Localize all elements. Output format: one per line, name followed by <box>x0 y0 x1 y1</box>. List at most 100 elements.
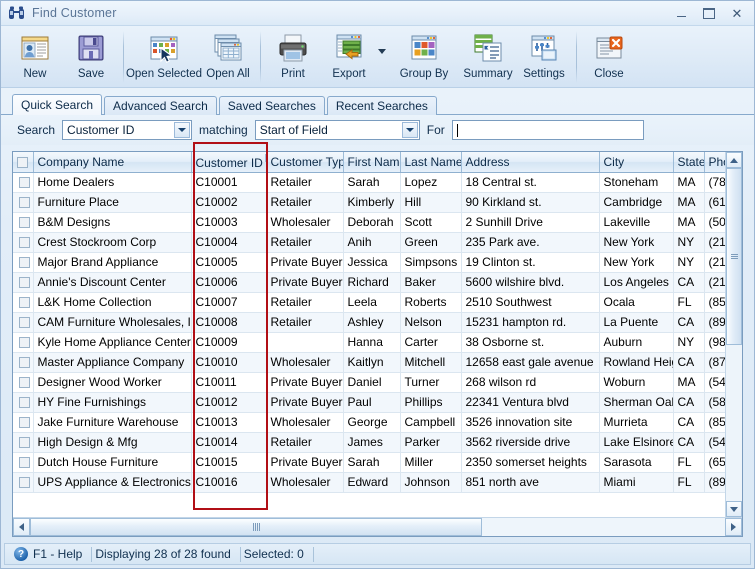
toolbar-settings-button[interactable]: Settings <box>516 29 572 80</box>
row-checkbox[interactable] <box>19 356 31 368</box>
row-checkbox[interactable] <box>19 476 31 488</box>
row-checkbox[interactable] <box>19 296 31 308</box>
help-status-item[interactable]: ? F1 - Help <box>11 546 91 562</box>
row-checkbox[interactable] <box>19 376 31 388</box>
column-header-address[interactable]: Address <box>461 152 600 173</box>
cell-customer-id: C10014 <box>191 432 267 453</box>
new-customer-icon <box>19 32 51 64</box>
close-button[interactable]: ✕ <box>724 4 750 22</box>
row-select-cell[interactable] <box>13 332 34 353</box>
minimize-button[interactable] <box>668 4 694 22</box>
row-select-cell[interactable] <box>13 392 34 413</box>
row-checkbox[interactable] <box>19 196 31 208</box>
table-row[interactable]: B&M Designs C10003 Wholesaler Deborah Scott 2… <box>13 212 725 233</box>
column-header-phone[interactable]: Phon <box>704 152 725 173</box>
toolbar-summary-button[interactable]: Summary <box>460 29 516 80</box>
row-select-cell[interactable] <box>13 272 34 293</box>
tab-recent-searches[interactable]: Recent Searches <box>326 96 437 115</box>
row-checkbox[interactable] <box>19 336 31 348</box>
row-select-cell[interactable] <box>13 192 34 213</box>
row-select-cell[interactable] <box>13 232 34 253</box>
cell-city: New York <box>599 252 674 273</box>
table-row[interactable]: Home Dealers C10001 Retailer Sarah Lopez 18 C… <box>13 172 725 193</box>
table-row[interactable]: Furniture Place C10002 Retailer Kimberly Hil… <box>13 192 725 213</box>
table-row[interactable]: Major Brand Appliance C10005 Private Buyer… <box>13 252 725 273</box>
row-checkbox[interactable] <box>19 416 31 428</box>
row-select-cell[interactable] <box>13 252 34 273</box>
column-header-last-name[interactable]: Last Name <box>400 152 462 173</box>
row-checkbox[interactable] <box>19 276 31 288</box>
table-row[interactable]: L&K Home Collection C10007 Retailer Leela Ro… <box>13 292 725 313</box>
row-checkbox[interactable] <box>19 216 31 228</box>
tab-quick-search[interactable]: Quick Search <box>12 94 103 115</box>
column-header-customer-id[interactable]: Customer ID <box>191 152 267 173</box>
horizontal-scroll-thumb[interactable] <box>30 518 482 536</box>
export-dropdown-arrow-icon[interactable] <box>378 48 386 54</box>
toolbar-open-all-button[interactable]: Open All <box>200 29 256 80</box>
toolbar-export-button[interactable]: Export <box>321 29 377 80</box>
row-select-cell[interactable] <box>13 372 34 393</box>
row-checkbox[interactable] <box>19 176 31 188</box>
row-checkbox[interactable] <box>19 316 31 328</box>
row-select-cell[interactable] <box>13 412 34 433</box>
table-row[interactable]: High Design & Mfg C10014 Retailer James Park… <box>13 432 725 453</box>
scroll-right-button[interactable] <box>725 518 742 536</box>
select-all-header[interactable] <box>13 152 34 173</box>
table-row[interactable]: UPS Appliance & Electronics C10016 Wholesa… <box>13 472 725 493</box>
row-checkbox[interactable] <box>19 456 31 468</box>
row-select-cell[interactable] <box>13 172 34 193</box>
row-select-cell[interactable] <box>13 432 34 453</box>
toolbar-save-button[interactable]: Save <box>63 29 119 80</box>
row-checkbox[interactable] <box>19 436 31 448</box>
column-header-city[interactable]: City <box>599 152 674 173</box>
table-row[interactable]: HY Fine Furnishings C10012 Private Buyer Pa… <box>13 392 725 413</box>
row-checkbox[interactable] <box>19 256 31 268</box>
table-row[interactable]: Jake Furniture Warehouse C10013 Wholesaler… <box>13 412 725 433</box>
table-row[interactable]: Designer Wood Worker C10011 Private Buyer D… <box>13 372 725 393</box>
vertical-scroll-thumb[interactable] <box>726 168 742 345</box>
toolbar-new-button[interactable]: New <box>7 29 63 80</box>
row-select-cell[interactable] <box>13 452 34 473</box>
chevron-down-icon[interactable] <box>401 122 418 138</box>
table-row[interactable]: Annie's Discount Center C10006 Private Buy… <box>13 272 725 293</box>
table-row[interactable]: Kyle Home Appliance Center C10009 Hanna Car… <box>13 332 725 353</box>
row-select-cell[interactable] <box>13 472 34 493</box>
vertical-scrollbar[interactable] <box>725 152 742 517</box>
find-customer-window: Find Customer ✕ New Save Open Selected O… <box>0 0 755 569</box>
tab-advanced-search[interactable]: Advanced Search <box>104 96 217 115</box>
table-row[interactable]: Dutch House Furniture C10015 Private Buyer… <box>13 452 725 473</box>
row-checkbox[interactable] <box>19 396 31 408</box>
column-header-customer-type[interactable]: Customer Type <box>266 152 344 173</box>
maximize-button[interactable] <box>696 4 722 22</box>
column-header-first-name[interactable]: First Name <box>343 152 401 173</box>
cell-address: 3562 riverside drive <box>461 432 600 453</box>
search-term-input[interactable] <box>451 120 644 140</box>
vertical-scroll-track[interactable] <box>726 168 742 501</box>
select-all-checkbox[interactable] <box>17 156 28 168</box>
toolbar-group-by-button[interactable]: Group By <box>388 29 460 80</box>
table-row[interactable]: Master Appliance Company C10010 Wholesaler… <box>13 352 725 373</box>
tab-saved-searches[interactable]: Saved Searches <box>218 96 325 115</box>
scroll-down-button[interactable] <box>726 501 742 517</box>
column-header-company-name[interactable]: Company Name <box>33 152 192 173</box>
cell-company: Designer Wood Worker <box>33 372 192 393</box>
horizontal-scrollbar[interactable] <box>13 517 742 536</box>
horizontal-scroll-track[interactable] <box>30 518 725 536</box>
match-mode-select[interactable]: Start of Field <box>254 120 420 140</box>
column-header-state[interactable]: State <box>673 152 705 173</box>
chevron-down-icon[interactable] <box>174 122 191 138</box>
row-select-cell[interactable] <box>13 212 34 233</box>
table-row[interactable]: CAM Furniture Wholesales, Inc. C10008 Reta… <box>13 312 725 333</box>
row-checkbox[interactable] <box>19 236 31 248</box>
row-select-cell[interactable] <box>13 312 34 333</box>
toolbar-open-selected-button[interactable]: Open Selected <box>126 29 202 80</box>
toolbar-close-button[interactable]: Close <box>581 29 637 80</box>
scroll-left-button[interactable] <box>13 518 30 536</box>
search-field-select[interactable]: Customer ID <box>62 120 193 140</box>
table-row[interactable]: Crest Stockroom Corp C10004 Retailer Anih Gr… <box>13 232 725 253</box>
cell-company: Master Appliance Company <box>33 352 192 373</box>
toolbar-print-button[interactable]: Print <box>265 29 321 80</box>
scroll-up-button[interactable] <box>726 152 742 168</box>
row-select-cell[interactable] <box>13 352 34 373</box>
row-select-cell[interactable] <box>13 292 34 313</box>
